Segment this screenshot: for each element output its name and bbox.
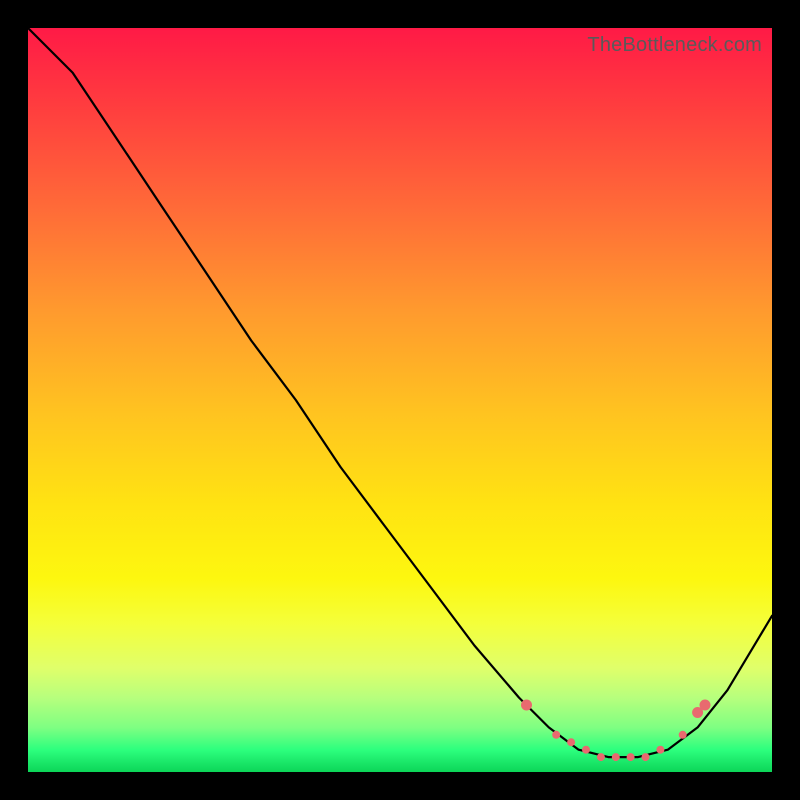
trough-dot [612,753,620,761]
trough-dot [700,700,711,711]
trough-dot [656,746,664,754]
trough-dot [552,731,560,739]
trough-dot-group [521,700,711,762]
curve-layer [28,28,772,772]
trough-dot [567,738,575,746]
trough-dot [679,731,687,739]
trough-dot [521,700,532,711]
trough-dot [642,753,650,761]
trough-dot [597,753,605,761]
gradient-plot-area: TheBottleneck.com [28,28,772,772]
trough-dot [582,746,590,754]
chart-frame: TheBottleneck.com [0,0,800,800]
trough-dot [627,753,635,761]
bottleneck-curve [28,28,772,757]
